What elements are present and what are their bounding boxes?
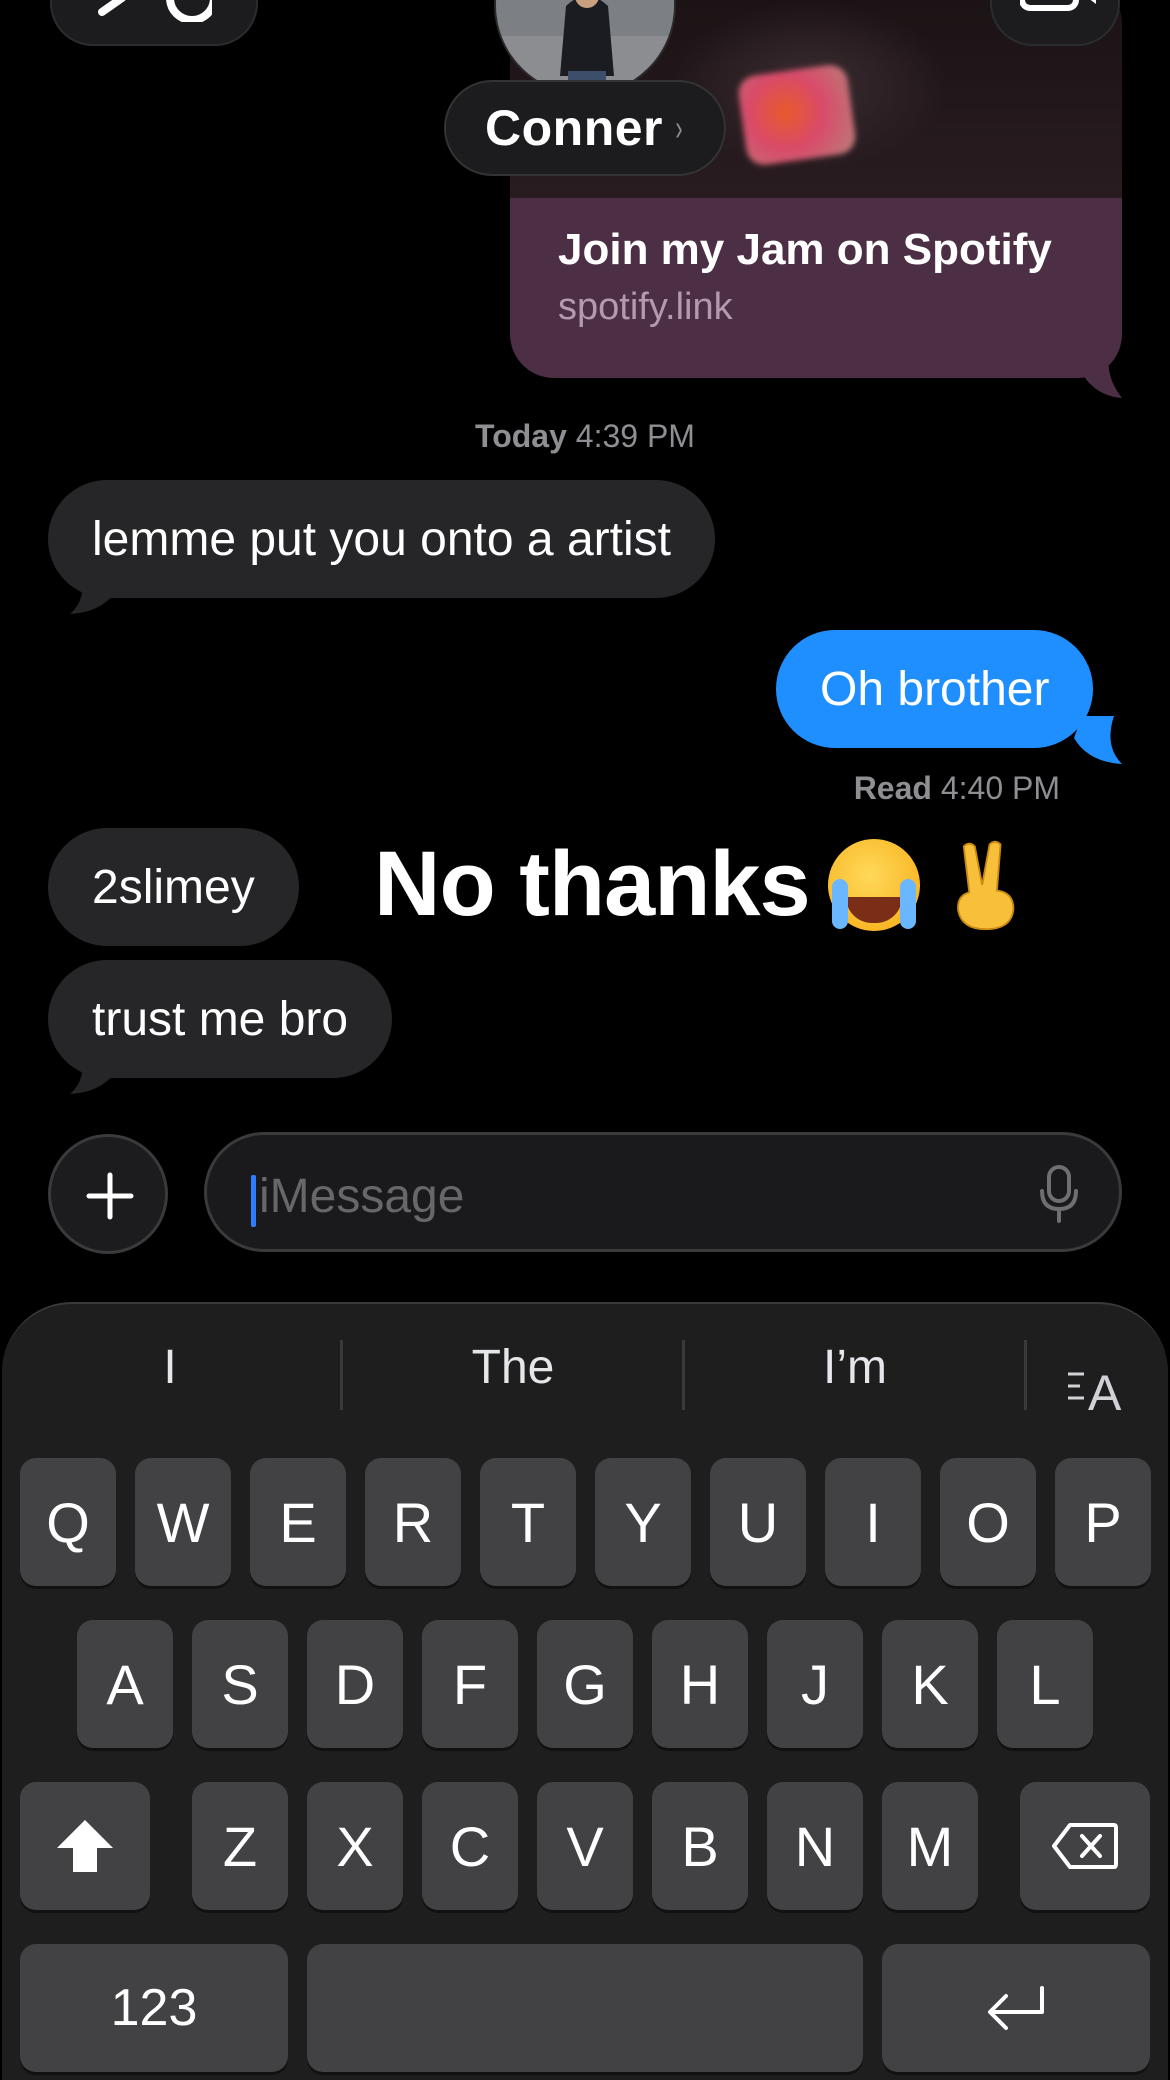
read-receipt: Read 4:40 PM <box>0 770 1060 807</box>
overlay-text: No thanks <box>374 833 811 935</box>
key-c[interactable]: C <box>422 1782 518 1910</box>
bubble-tail <box>70 566 118 614</box>
shift-key[interactable] <box>20 1782 150 1910</box>
key-w[interactable]: W <box>135 1458 231 1586</box>
key-s[interactable]: S <box>192 1620 288 1748</box>
space-key[interactable] <box>307 1944 863 2072</box>
key-u[interactable]: U <box>710 1458 806 1586</box>
apps-plus-button[interactable] <box>48 1134 168 1254</box>
bubble-tail <box>1074 716 1122 764</box>
delete-icon <box>1052 1823 1118 1869</box>
key-t[interactable]: T <box>480 1458 576 1586</box>
key-q[interactable]: Q <box>20 1458 116 1586</box>
chevron-left-icon <box>98 0 212 22</box>
shift-icon <box>57 1820 113 1872</box>
key-f[interactable]: F <box>422 1620 518 1748</box>
key-k[interactable]: K <box>882 1620 978 1748</box>
key-b[interactable]: B <box>652 1782 748 1910</box>
link-title: Join my Jam on Spotify <box>558 225 1052 274</box>
timestamp-day: Today <box>475 418 567 454</box>
key-m[interactable]: M <box>882 1782 978 1910</box>
victory-hand-icon <box>956 840 1015 930</box>
card-tail <box>1080 340 1122 398</box>
message-text: trust me bro <box>92 992 349 1046</box>
return-key[interactable] <box>882 1944 1150 2072</box>
delete-key[interactable] <box>1020 1782 1150 1910</box>
svg-text:A: A <box>1088 1365 1122 1414</box>
prediction-divider <box>1024 1340 1027 1410</box>
prediction-2[interactable]: The <box>343 1340 683 1395</box>
message-bubble-received[interactable]: 2slimey <box>48 828 299 946</box>
contact-name-button[interactable]: Conner › <box>444 80 726 176</box>
timestamp-time: 4:39 PM <box>575 418 695 454</box>
video-camera-icon <box>1020 0 1096 11</box>
message-text: lemme put you onto a artist <box>92 512 671 566</box>
prediction-3[interactable]: I’m <box>685 1340 1025 1395</box>
key-o[interactable]: O <box>940 1458 1036 1586</box>
message-text: Oh brother <box>820 662 1050 716</box>
microphone-icon[interactable] <box>1039 1165 1079 1223</box>
key-a[interactable]: A <box>77 1620 173 1748</box>
back-button[interactable] <box>50 0 258 46</box>
key-v[interactable]: V <box>537 1782 633 1910</box>
text-format-icon[interactable]: A <box>1066 1360 1130 1414</box>
message-bubble-sent[interactable]: Oh brother <box>776 630 1094 748</box>
plus-icon <box>86 1172 134 1220</box>
loudly-crying-face-icon <box>827 838 920 931</box>
chevron-right-icon: › <box>675 107 683 148</box>
key-l[interactable]: L <box>997 1620 1093 1748</box>
link-preview-poster <box>736 62 858 168</box>
prediction-1[interactable]: I <box>0 1340 340 1395</box>
key-n[interactable]: N <box>767 1782 863 1910</box>
link-url: spotify.link <box>558 286 733 328</box>
read-label: Read <box>853 770 932 806</box>
key-i[interactable]: I <box>825 1458 921 1586</box>
message-bubble-received[interactable]: lemme put you onto a artist <box>48 480 715 598</box>
message-text: 2slimey <box>92 860 255 914</box>
key-e[interactable]: E <box>250 1458 346 1586</box>
read-time: 4:40 PM <box>940 770 1060 806</box>
message-timestamp: Today 4:39 PM <box>0 418 1170 455</box>
key-y[interactable]: Y <box>595 1458 691 1586</box>
key-p[interactable]: P <box>1055 1458 1151 1586</box>
numbers-key[interactable]: 123 <box>20 1944 288 2072</box>
contact-name: Conner <box>485 100 663 156</box>
return-icon <box>988 1986 1044 2030</box>
key-z[interactable]: Z <box>192 1782 288 1910</box>
key-r[interactable]: R <box>365 1458 461 1586</box>
overlay-caption: No thanks <box>374 832 1030 937</box>
message-placeholder: iMessage <box>259 1170 465 1223</box>
message-input[interactable]: iMessage <box>204 1132 1122 1252</box>
text-cursor <box>251 1175 256 1227</box>
bubble-tail <box>70 1046 118 1094</box>
key-g[interactable]: G <box>537 1620 633 1748</box>
key-d[interactable]: D <box>307 1620 403 1748</box>
key-x[interactable]: X <box>307 1782 403 1910</box>
key-h[interactable]: H <box>652 1620 748 1748</box>
key-j[interactable]: J <box>767 1620 863 1748</box>
